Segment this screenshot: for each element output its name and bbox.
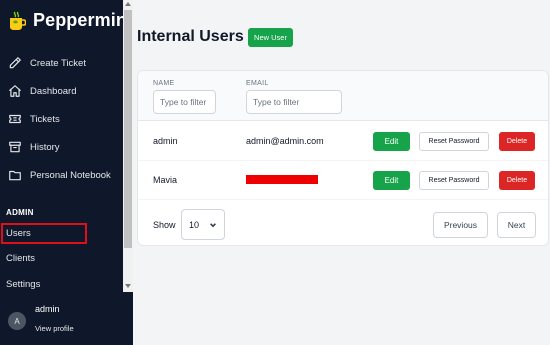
main-content: Internal Users New User NAME EMAIL admin… <box>133 0 550 345</box>
reset-password-button[interactable]: Reset Password <box>419 132 489 151</box>
sidebar-item-dashboard[interactable]: Dashboard <box>8 84 76 98</box>
sidebar-item-label: History <box>30 141 60 153</box>
user-name-cell: admin <box>153 136 178 146</box>
edit-button[interactable]: Edit <box>373 171 410 190</box>
user-name-cell: Mavia <box>153 175 178 185</box>
profile-section[interactable]: A admin View profile <box>0 296 133 345</box>
sidebar-item-personal-notebook[interactable]: Personal Notebook <box>8 168 111 182</box>
scrollbar-thumb[interactable] <box>124 10 132 248</box>
folder-icon <box>9 170 21 181</box>
page-size-value: 10 <box>189 219 200 230</box>
sidebar-item-settings[interactable]: Settings <box>6 279 40 290</box>
sidebar: Peppermint Create Ticket Dashboard Ticke… <box>0 0 133 345</box>
scroll-down-arrow-icon[interactable] <box>125 284 131 288</box>
profile-name: admin <box>35 304 60 314</box>
table-row: admin admin@admin.com Edit Reset Passwor… <box>138 122 548 161</box>
pencil-icon <box>9 57 21 69</box>
user-email-cell: admin@admin.com <box>246 136 324 146</box>
name-filter-input[interactable] <box>153 90 216 114</box>
view-profile-link[interactable]: View profile <box>35 324 74 333</box>
sidebar-scrollbar[interactable] <box>123 0 133 292</box>
brand[interactable]: Peppermint <box>8 10 133 31</box>
sidebar-item-label: Personal Notebook <box>30 169 111 181</box>
new-user-button[interactable]: New User <box>248 28 293 47</box>
table-footer: Show 10 Previous Next <box>138 202 548 246</box>
page-size-select[interactable]: 10 <box>181 209 225 240</box>
delete-button[interactable]: Delete <box>499 132 535 151</box>
home-icon <box>9 85 21 97</box>
table-header: NAME EMAIL <box>138 71 548 121</box>
sidebar-item-create-ticket[interactable]: Create Ticket <box>8 56 86 70</box>
chevron-down-icon <box>210 222 216 227</box>
ticket-icon <box>9 114 21 124</box>
scroll-up-arrow-icon[interactable] <box>125 2 131 6</box>
sidebar-item-history[interactable]: History <box>8 140 60 154</box>
avatar: A <box>8 312 26 330</box>
redacted-email-bar <box>246 175 318 184</box>
column-header-name: NAME <box>153 80 175 87</box>
email-filter-input[interactable] <box>246 90 342 114</box>
users-table-card: NAME EMAIL admin admin@admin.com Edit Re… <box>137 70 549 246</box>
edit-button[interactable]: Edit <box>373 132 410 151</box>
column-header-email: EMAIL <box>246 80 269 87</box>
delete-button[interactable]: Delete <box>499 171 535 190</box>
app-name: Peppermint <box>33 10 134 30</box>
sidebar-item-label: Dashboard <box>30 85 77 97</box>
archive-icon <box>9 141 21 153</box>
reset-password-button[interactable]: Reset Password <box>419 171 489 190</box>
users-highlight-box <box>1 223 87 244</box>
next-page-button[interactable]: Next <box>497 212 536 238</box>
sidebar-item-label: Create Ticket <box>30 57 86 69</box>
mug-logo-icon <box>10 11 26 30</box>
previous-page-button[interactable]: Previous <box>433 212 488 238</box>
show-label: Show <box>153 220 176 230</box>
sidebar-item-tickets[interactable]: Tickets <box>8 112 60 126</box>
page-title: Internal Users <box>137 28 244 45</box>
table-row: Mavia Edit Reset Password Delete <box>138 161 548 200</box>
sidebar-item-clients[interactable]: Clients <box>6 253 35 264</box>
admin-section-label: ADMIN <box>6 208 34 217</box>
sidebar-item-label: Tickets <box>30 113 60 125</box>
